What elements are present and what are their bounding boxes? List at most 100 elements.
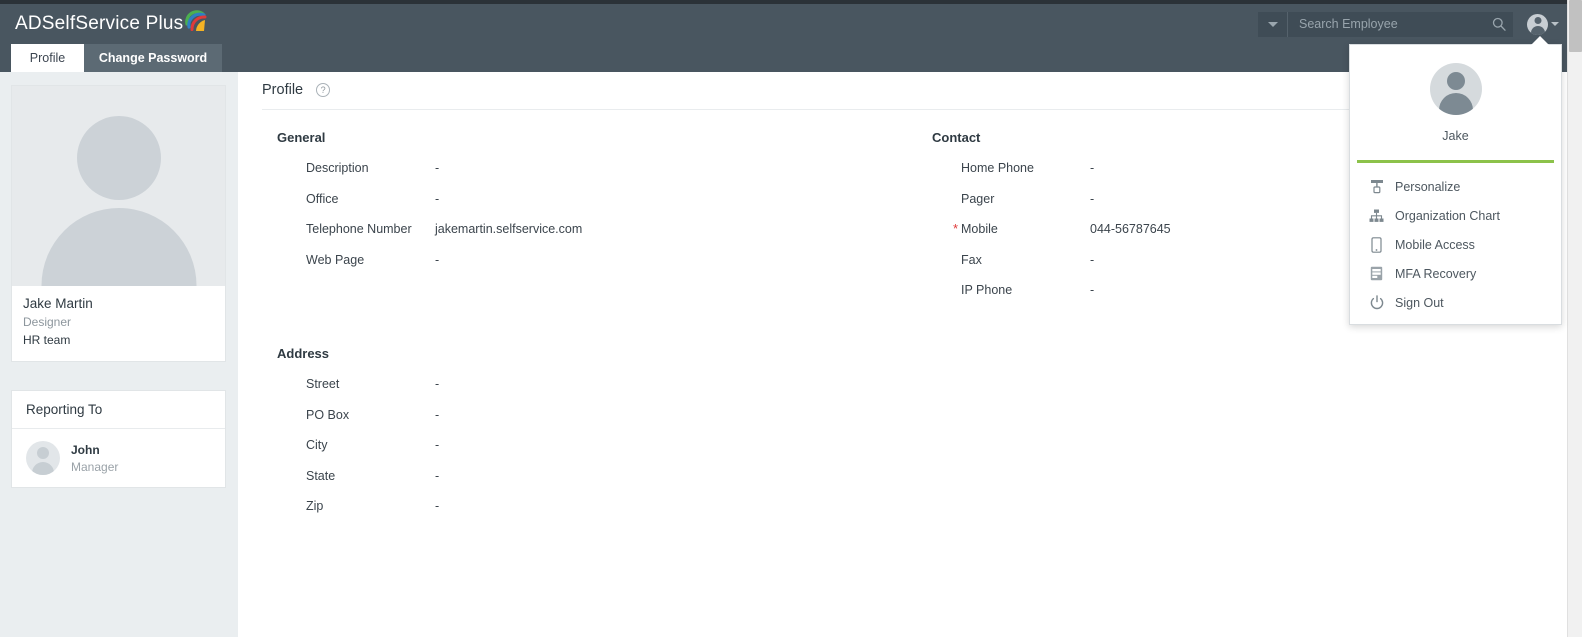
profile-team: HR team [23,333,71,347]
field-row: Web Page - [277,253,877,284]
dropdown-menu-list: Personalize Organization Chart Mobile Ac… [1350,163,1561,323]
power-icon [1369,295,1384,311]
menu-item-label: MFA Recovery [1395,266,1477,281]
account-dropdown-menu: Jake Personalize Organization Chart Mobi… [1349,36,1562,325]
photo-body-shape [41,208,196,286]
magnifier-icon[interactable] [1485,17,1513,31]
tab-profile-label: Profile [29,51,66,65]
org-chart-icon [1369,208,1384,224]
paint-roller-icon [1369,179,1384,195]
menu-item-mobile-access[interactable]: Mobile Access [1350,230,1561,259]
field-label: Description [306,161,369,175]
field-label-text: Mobile [961,222,998,236]
tab-bar: Profile Change Password [0,44,1567,72]
dropdown-user-name: Jake [1442,129,1469,143]
application-window: ADSelfService Plus Search Employee Profi… [0,0,1582,637]
field-label: Pager [961,191,995,206]
chevron-down-icon [1267,21,1278,27]
field-value: - [435,438,440,452]
field-value: - [435,407,440,422]
field-row: City - [277,438,877,469]
search-scope-dropdown[interactable] [1258,11,1288,37]
reporting-person-role: Manager [71,459,119,474]
swoosh-logo-icon [185,8,207,34]
profile-name: Jake Martin [23,296,93,311]
field-row: Street - [277,377,877,408]
app-logo[interactable]: ADSelfService Plus [15,10,207,35]
menu-item-label: Mobile Access [1395,237,1475,252]
menu-item-sign-out[interactable]: Sign Out [1350,288,1561,317]
user-avatar-icon [1527,13,1548,35]
tab-change-password-label: Change Password [98,51,208,65]
profile-role: Designer [23,315,72,329]
header-right-group [1258,4,1567,44]
required-star: * [953,221,959,236]
field-value: - [1090,161,1095,175]
app-logo-text: ADSelfService Plus [15,13,184,34]
address-section: Address Street - PO Box - City - State -… [277,346,877,530]
field-value: - [1090,283,1095,297]
dropdown-user-header: Jake [1350,45,1561,157]
field-row: Office - [277,192,877,223]
menu-item-label: Personalize [1395,179,1461,194]
field-value: - [1090,252,1095,267]
reporting-to-person[interactable]: John Manager [12,429,225,487]
menu-item-label: Sign Out [1395,295,1444,310]
menu-item-organization-chart[interactable]: Organization Chart [1350,201,1561,230]
field-value: - [435,499,440,513]
field-label-mobile: * Mobile [932,221,1090,236]
recovery-codes-icon [1369,266,1384,282]
user-avatar-icon [26,441,60,475]
user-placeholder-photo [12,86,225,286]
photo-head-shape [76,116,161,200]
reporting-person-info: John Manager [71,443,118,474]
user-avatar-icon [1429,63,1482,115]
field-value: 044-56787645 [1090,222,1171,236]
field-label: Home Phone [961,161,1034,175]
field-row: Telephone Number jakemartin.selfservice.… [277,222,877,253]
body-area: Jake Martin Designer HR team Reporting T… [0,72,1567,637]
scrollbar-thumb[interactable] [1569,0,1582,52]
field-row: Description - [277,161,877,192]
sidebar: Jake Martin Designer HR team Reporting T… [0,72,238,637]
field-label: Telephone Number [306,222,412,236]
field-value: - [1090,191,1095,206]
field-value: - [435,377,440,391]
app-header: ADSelfService Plus [0,4,1567,44]
field-row: State - [277,469,877,500]
field-label: Web Page [306,252,365,267]
field-label: Zip [306,499,324,513]
field-value: jakemartin.selfservice.com [435,222,583,236]
reporting-person-name: John [71,442,100,457]
field-value: - [435,468,440,483]
general-section-title: General [277,130,326,145]
page-scrollbar[interactable] [1567,0,1582,637]
search-input[interactable] [1288,17,1485,31]
field-label: IP Phone [961,283,1013,297]
field-value: - [435,161,440,175]
reporting-to-title: Reporting To [12,391,225,429]
employee-search[interactable] [1258,11,1513,37]
field-row: PO Box - [277,408,877,439]
field-label: PO Box [306,407,350,422]
address-fields: Street - PO Box - City - State - Zip - [277,377,877,530]
tab-profile[interactable]: Profile [11,44,84,72]
caret-down-icon [1551,22,1559,26]
menu-item-personalize[interactable]: Personalize [1350,172,1561,201]
tab-change-password[interactable]: Change Password [84,44,222,72]
mobile-phone-icon [1369,236,1384,253]
field-label: City [306,438,328,452]
general-section: General Description - Office - Telephone… [277,130,877,283]
question-mark-icon[interactable]: ? [316,83,331,97]
general-fields: Description - Office - Telephone Number … [277,161,877,283]
reporting-to-card: Reporting To John Manager [11,390,226,488]
field-label: Street [306,377,340,391]
field-label: Office [306,191,339,206]
field-value: - [435,191,440,206]
profile-card: Jake Martin Designer HR team [11,85,226,362]
menu-item-label: Organization Chart [1395,208,1500,223]
field-label: Fax [961,252,982,267]
page-title: Profile [262,82,304,98]
dropdown-pointer [1531,36,1549,45]
menu-item-mfa-recovery[interactable]: MFA Recovery [1350,259,1561,288]
